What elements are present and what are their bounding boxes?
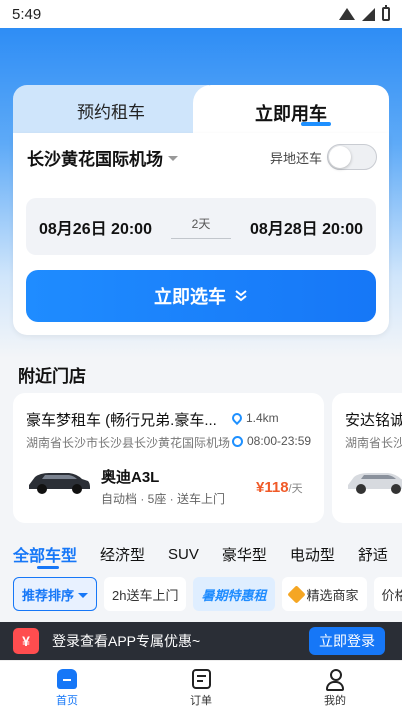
- clock-icon: [232, 435, 243, 447]
- duration-label: 2天: [191, 216, 211, 231]
- double-chevron-down-icon: [235, 290, 247, 302]
- store-card[interactable]: 豪车梦租车 (畅行兄弟.豪车... 1.4km 湖南省长沙市长沙县长沙黄花国际机…: [13, 393, 324, 523]
- login-button[interactable]: 立即登录: [309, 627, 385, 655]
- location-row: 长沙黄花国际机场 异地还车: [27, 144, 377, 170]
- signal-icon: [362, 7, 375, 21]
- tab-comfort[interactable]: 舒适: [358, 544, 388, 565]
- filter-summer-promo[interactable]: 暑期特惠租: [193, 577, 275, 611]
- diamond-badge-icon: [286, 584, 306, 604]
- duration-line: [171, 237, 231, 239]
- status-time: 5:49: [12, 5, 42, 23]
- filter-delivery[interactable]: 2h送车上门: [104, 577, 187, 611]
- coupon-icon: ¥: [13, 628, 39, 654]
- car-spec: 自动档 · 5座 · 送车上门: [101, 492, 226, 506]
- pickup-date[interactable]: 08月26日 20:00: [39, 215, 152, 239]
- sort-recommended[interactable]: 推荐排序: [13, 577, 98, 611]
- user-icon: [325, 668, 345, 691]
- store-card[interactable]: 安达铭诚 湖南省长沙: [332, 393, 402, 523]
- chevron-down-icon: [78, 592, 89, 598]
- tab-home-label: 首页: [56, 694, 78, 707]
- wifi-icon: [339, 8, 355, 20]
- store-distance-value: 1.4km: [246, 411, 279, 425]
- filter-featured-merchants[interactable]: 精选商家: [281, 577, 367, 611]
- daily-price: ¥118/天: [256, 479, 303, 496]
- store-hours-value: 08:00-23:59: [247, 434, 312, 448]
- tab-profile[interactable]: 我的: [295, 661, 375, 715]
- home-icon: [57, 668, 77, 689]
- tab-luxury[interactable]: 豪华型: [222, 544, 267, 565]
- featured-label: 精选商家: [306, 587, 359, 603]
- login-banner-text: 登录查看APP专属优惠~: [52, 633, 201, 649]
- status-bar: 5:49: [0, 0, 402, 28]
- store-name: 安达铭诚: [345, 412, 402, 429]
- price-unit: /天: [288, 483, 303, 495]
- car-image: [29, 473, 90, 494]
- battery-icon: [382, 5, 390, 21]
- return-different-toggle[interactable]: [327, 144, 377, 170]
- toggle-knob: [329, 146, 351, 168]
- price-value: ¥118: [256, 479, 289, 496]
- pickup-location-label: 长沙黄花国际机场: [27, 149, 163, 169]
- return-different-label: 异地还车: [269, 150, 322, 166]
- store-hours: 08:00-23:59: [232, 434, 311, 448]
- store-distance: 1.4km: [229, 410, 279, 426]
- order-icon: [191, 668, 211, 689]
- tab-profile-label: 我的: [324, 694, 346, 707]
- store-address: 湖南省长沙市长沙县长沙黄花国际机场: [26, 436, 231, 450]
- select-car-button[interactable]: 立即选车: [26, 270, 376, 322]
- dropoff-date[interactable]: 08月28日 20:00: [250, 215, 363, 239]
- tab-electric[interactable]: 电动型: [290, 544, 335, 565]
- filter-chips: 推荐排序 2h送车上门 暑期特惠租 精选商家 价格/: [13, 577, 402, 611]
- booking-card: 预约租车 立即用车 长沙黄花国际机场 异地还车 08月26日 20:00 2天 …: [13, 85, 389, 335]
- status-icons: [339, 5, 390, 21]
- tab-orders[interactable]: 订单: [161, 661, 241, 715]
- location-pin-icon: [229, 410, 245, 426]
- sort-label: 推荐排序: [22, 587, 75, 603]
- tab-underline: [301, 122, 331, 126]
- booking-form: 长沙黄花国际机场 异地还车 08月26日 20:00 2天 08月28日 20:…: [13, 133, 389, 335]
- select-car-label: 立即选车: [154, 287, 226, 307]
- tab-orders-label: 订单: [190, 694, 212, 707]
- car-category-tabs: 全部车型 经济型 SUV 豪华型 电动型 舒适: [0, 540, 402, 569]
- tab-suv[interactable]: SUV: [168, 546, 199, 563]
- chevron-down-icon: [168, 155, 178, 161]
- store-address: 湖南省长沙: [345, 436, 402, 450]
- filter-price[interactable]: 价格/: [373, 577, 402, 611]
- date-range[interactable]: 08月26日 20:00 2天 08月28日 20:00: [26, 198, 376, 255]
- tab-reserve[interactable]: 预约租车: [13, 85, 209, 135]
- store-name: 豪车梦租车 (畅行兄弟.豪车...: [26, 412, 217, 429]
- car-model: 奥迪A3L: [101, 469, 160, 486]
- tab-home[interactable]: 首页: [27, 661, 107, 715]
- nearby-title: 附近门店: [18, 367, 86, 386]
- tab-economy[interactable]: 经济型: [100, 544, 145, 565]
- bottom-tabbar: 首页 订单 我的: [0, 660, 402, 715]
- return-different-location: 异地还车: [270, 144, 377, 170]
- login-banner: ¥ 登录查看APP专属优惠~ 立即登录: [0, 622, 402, 660]
- car-image: [348, 473, 402, 494]
- tab-all-types[interactable]: 全部车型: [13, 542, 77, 569]
- pickup-location[interactable]: 长沙黄花国际机场: [27, 145, 178, 170]
- rental-duration: 2天: [171, 212, 231, 242]
